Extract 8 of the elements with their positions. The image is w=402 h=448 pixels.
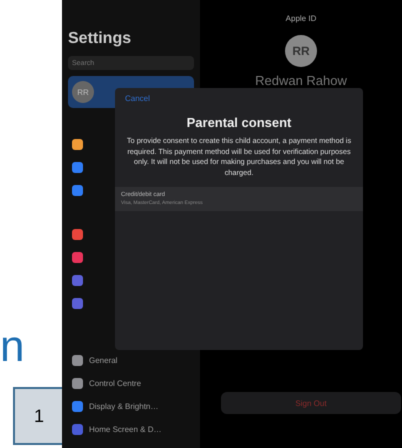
account-name: Redwan Rahow <box>255 73 347 88</box>
avatar: RR <box>72 81 94 103</box>
pane-title: Apple ID <box>286 14 316 23</box>
avatar: RR <box>285 35 317 67</box>
side-label: n <box>0 325 26 369</box>
step-number: 1 <box>13 387 65 445</box>
dialog-title: Parental consent <box>186 115 292 130</box>
settings-title: Settings <box>68 30 132 48</box>
